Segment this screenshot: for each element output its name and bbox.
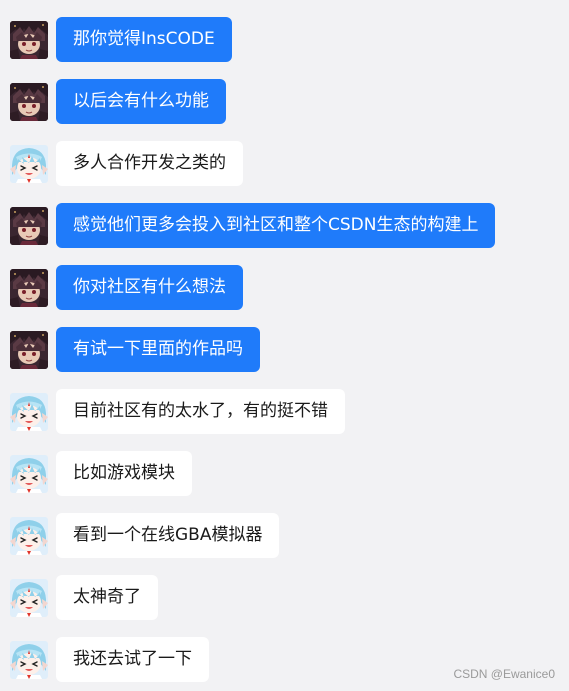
message-bubble: 目前社区有的太水了，有的挺不错 [56, 389, 345, 434]
avatar-blue-haired-user[interactable] [10, 145, 48, 183]
avatar-dark-haired-user[interactable] [10, 21, 48, 59]
message-bubble: 以后会有什么功能 [56, 79, 226, 124]
avatar-dark-haired-user[interactable] [10, 83, 48, 121]
message-bubble: 你对社区有什么想法 [56, 265, 243, 310]
avatar-dark-haired-user[interactable] [10, 331, 48, 369]
avatar-blue-haired-user[interactable] [10, 579, 48, 617]
watermark: CSDN @Ewanice0 [453, 667, 555, 681]
chat-window: 那你觉得InsCODE 以后会有什么功能 多人合作开发之类的 感觉他们更多会投入… [0, 0, 569, 691]
avatar-blue-haired-user[interactable] [10, 393, 48, 431]
avatar-dark-haired-user[interactable] [10, 207, 48, 245]
message-bubble: 看到一个在线GBA模拟器 [56, 513, 280, 558]
message-bubble: 那你觉得InsCODE [56, 17, 232, 62]
avatar-dark-haired-user[interactable] [10, 269, 48, 307]
message-bubble: 我还去试了一下 [56, 637, 209, 682]
avatar-blue-haired-user[interactable] [10, 455, 48, 493]
avatar-blue-haired-user[interactable] [10, 517, 48, 555]
avatar-blue-haired-user[interactable] [10, 641, 48, 679]
message-bubble: 有试一下里面的作品吗 [56, 327, 260, 372]
message-bubble: 比如游戏模块 [56, 451, 192, 496]
message-bubble: 多人合作开发之类的 [56, 141, 243, 186]
message-bubble: 感觉他们更多会投入到社区和整个CSDN生态的构建上 [56, 203, 496, 248]
message-bubble: 太神奇了 [56, 575, 158, 620]
